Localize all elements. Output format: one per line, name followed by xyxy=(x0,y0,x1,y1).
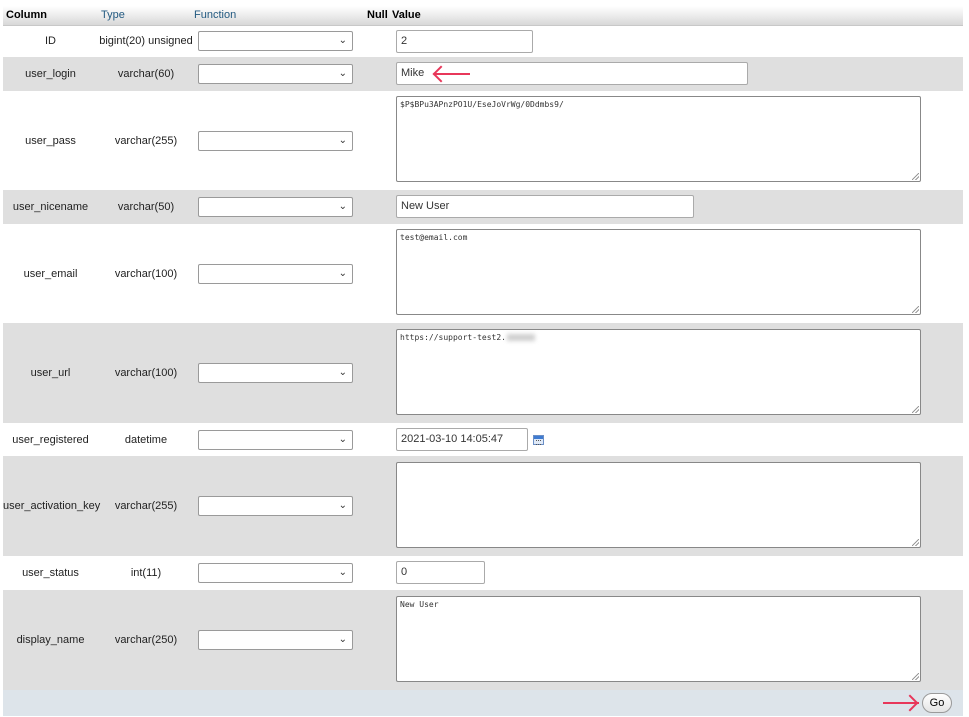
function-select[interactable]: ⌄ xyxy=(198,496,353,516)
value-textarea[interactable] xyxy=(396,462,921,548)
column-type: varchar(100) xyxy=(114,367,178,379)
chevron-down-icon: ⌄ xyxy=(338,567,347,578)
value-input[interactable]: 2021-03-10 14:05:47 xyxy=(396,428,528,451)
column-type: varchar(60) xyxy=(117,68,175,80)
column-name: user_registered xyxy=(12,434,89,446)
chevron-down-icon: ⌄ xyxy=(338,367,347,378)
header-value: Value xyxy=(392,9,421,21)
function-select[interactable]: ⌄ xyxy=(198,64,353,84)
column-type: varchar(255) xyxy=(114,135,178,147)
go-button[interactable]: Go xyxy=(922,693,952,713)
table-row: user_pass varchar(255) ⌄ $P$BPu3APnzPO1U… xyxy=(3,91,963,190)
header-function[interactable]: Function xyxy=(194,9,236,21)
function-select[interactable]: ⌄ xyxy=(198,430,353,450)
function-select[interactable]: ⌄ xyxy=(198,131,353,151)
function-select[interactable]: ⌄ xyxy=(198,264,353,284)
resize-handle-icon[interactable] xyxy=(912,673,919,680)
arrow-right-icon xyxy=(881,694,919,712)
value-textarea[interactable]: test@email.com xyxy=(396,229,921,315)
value-textarea[interactable]: $P$BPu3APnzPO1U/EseJoVrWg/0Ddmbs9/ xyxy=(396,96,921,182)
table-row: user_activation_key varchar(255) ⌄ xyxy=(3,456,963,556)
value-input[interactable]: 0 xyxy=(396,561,485,584)
column-name: user_login xyxy=(25,68,76,80)
table-row: user_status int(11) ⌄ 0 xyxy=(3,556,963,590)
header-column: Column xyxy=(6,9,47,21)
header-null: Null xyxy=(367,9,388,21)
chevron-down-icon: ⌄ xyxy=(338,634,347,645)
resize-handle-icon[interactable] xyxy=(912,539,919,546)
column-name: user_url xyxy=(30,367,71,379)
blurred-text xyxy=(506,334,535,341)
calendar-icon[interactable] xyxy=(533,435,544,445)
column-type: datetime xyxy=(124,434,168,446)
column-name: ID xyxy=(45,35,56,47)
function-select[interactable]: ⌄ xyxy=(198,363,353,383)
column-name: user_activation_key xyxy=(3,500,101,512)
function-select[interactable]: ⌄ xyxy=(198,31,353,51)
chevron-down-icon: ⌄ xyxy=(338,201,347,212)
column-type: varchar(100) xyxy=(114,268,178,280)
table-row: ID bigint(20) unsigned ⌄ 2 xyxy=(3,26,963,57)
column-type: int(11) xyxy=(130,567,162,579)
column-name: display_name xyxy=(16,634,85,646)
resize-handle-icon[interactable] xyxy=(912,173,919,180)
column-type: varchar(50) xyxy=(117,201,175,213)
chevron-down-icon: ⌄ xyxy=(338,35,347,46)
value-input[interactable]: New User xyxy=(396,195,694,218)
value-input[interactable]: 2 xyxy=(396,30,533,53)
table-row: user_url varchar(100) ⌄ https://support-… xyxy=(3,323,963,423)
table-header: Column Type Function Null Value xyxy=(3,6,963,26)
resize-handle-icon[interactable] xyxy=(912,406,919,413)
column-type: bigint(20) unsigned xyxy=(99,35,193,47)
column-type: varchar(255) xyxy=(114,500,178,512)
chevron-down-icon: ⌄ xyxy=(338,135,347,146)
resize-handle-icon[interactable] xyxy=(912,306,919,313)
column-type: varchar(250) xyxy=(114,634,178,646)
function-select[interactable]: ⌄ xyxy=(198,197,353,217)
form-footer: Go xyxy=(3,690,963,716)
header-type[interactable]: Type xyxy=(101,9,125,21)
function-select[interactable]: ⌄ xyxy=(198,630,353,650)
column-name: user_status xyxy=(22,567,79,579)
column-name: user_email xyxy=(23,268,78,280)
chevron-down-icon: ⌄ xyxy=(338,268,347,279)
table-row: user_registered datetime ⌄ 2021-03-10 14… xyxy=(3,423,963,456)
chevron-down-icon: ⌄ xyxy=(338,434,347,445)
function-select[interactable]: ⌄ xyxy=(198,563,353,583)
table-row: display_name varchar(250) ⌄ New User xyxy=(3,590,963,690)
arrow-left-icon xyxy=(432,65,470,83)
chevron-down-icon: ⌄ xyxy=(338,68,347,79)
table-row: user_login varchar(60) ⌄ Mike xyxy=(3,57,963,91)
insert-edit-form: Column Type Function Null Value ID bigin… xyxy=(3,6,963,716)
chevron-down-icon: ⌄ xyxy=(338,500,347,511)
column-name: user_nicename xyxy=(12,201,89,213)
table-row: user_email varchar(100) ⌄ test@email.com xyxy=(3,224,963,323)
table-row: user_nicename varchar(50) ⌄ New User xyxy=(3,190,963,224)
value-textarea[interactable]: https://support-test2. xyxy=(396,329,921,415)
column-name: user_pass xyxy=(25,135,76,147)
value-textarea[interactable]: New User xyxy=(396,596,921,682)
